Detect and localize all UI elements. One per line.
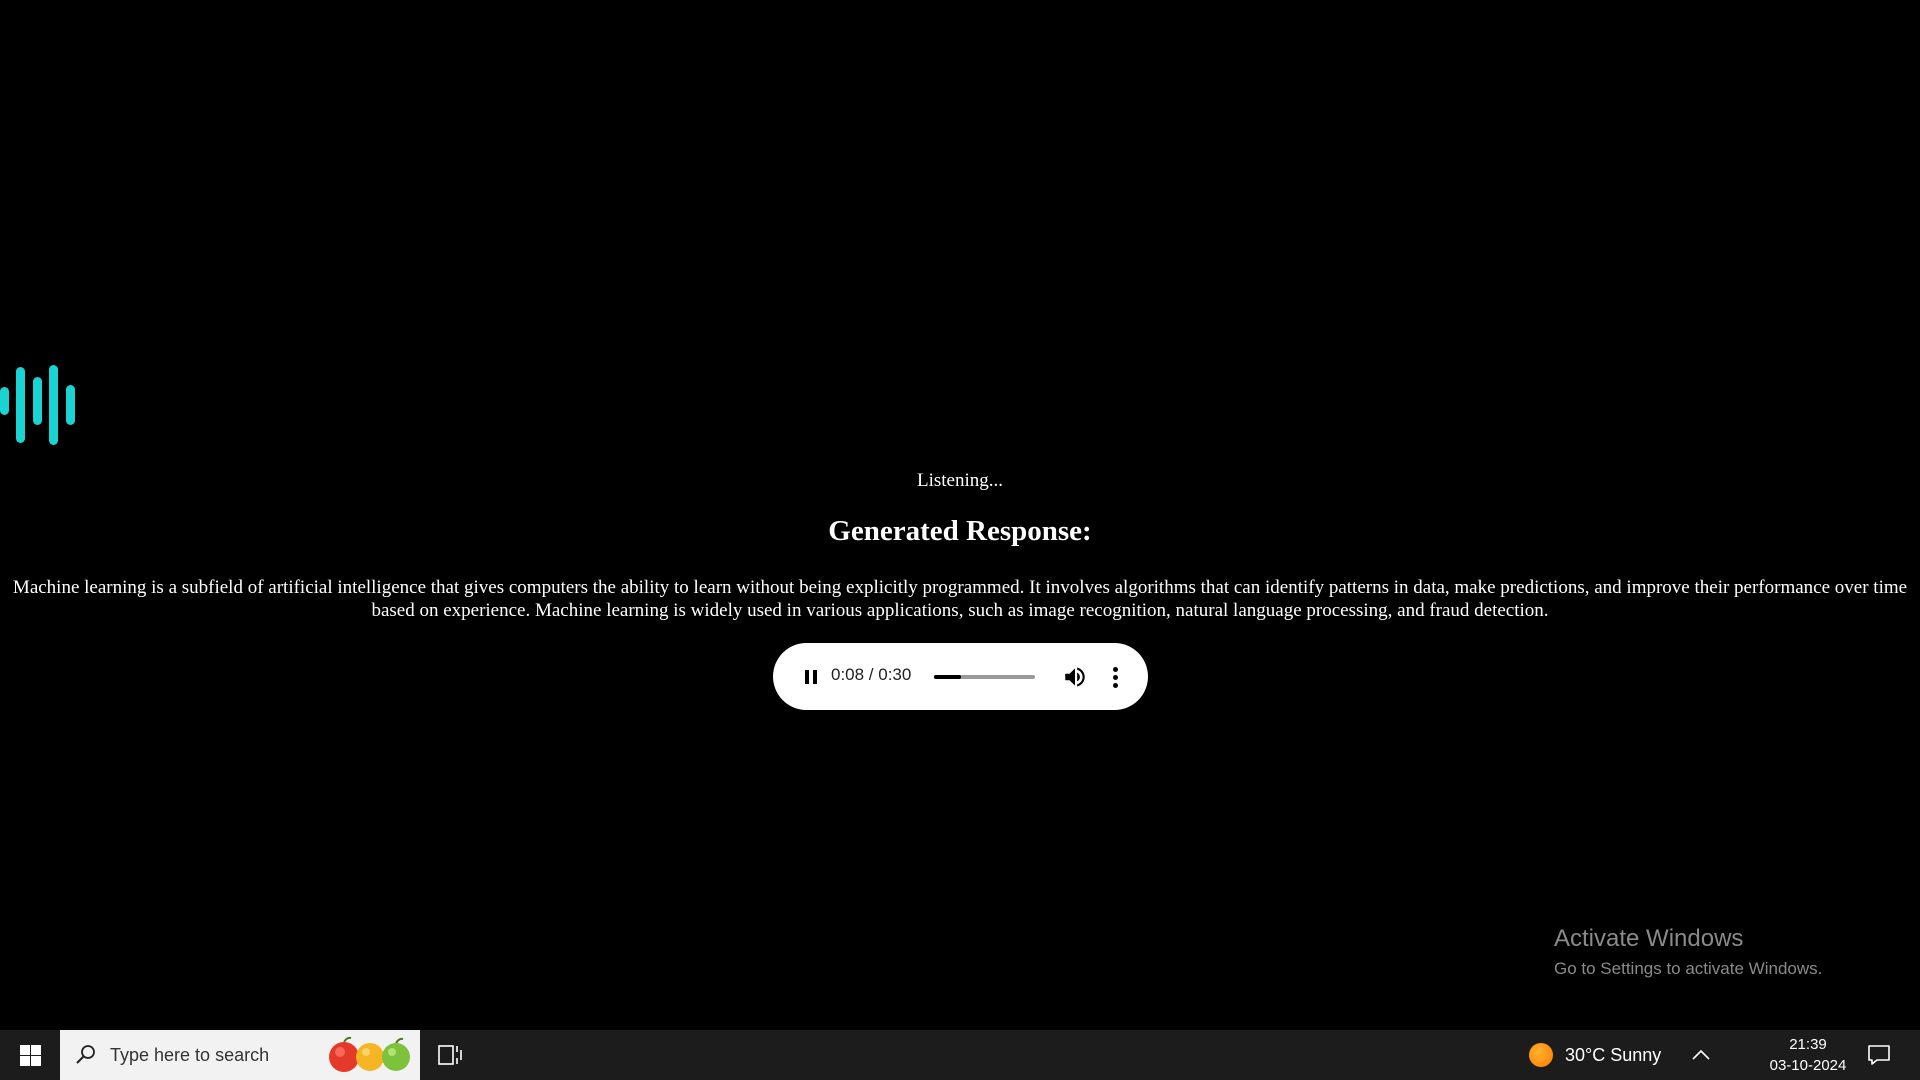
task-view-icon[interactable] xyxy=(436,1042,464,1068)
taskbar-search-box[interactable]: Type here to search xyxy=(60,1030,420,1080)
audio-time-display: 0:08 / 0:30 xyxy=(831,665,912,684)
activate-windows-subtitle: Go to Settings to activate Windows. xyxy=(1554,959,1823,978)
search-placeholder: Type here to search xyxy=(110,1045,270,1065)
audio-seek-bar[interactable] xyxy=(934,675,1035,679)
audio-player[interactable]: 0:08 / 0:30 xyxy=(773,643,1148,710)
notification-icon[interactable] xyxy=(1866,1042,1892,1068)
activate-windows-title: Activate Windows xyxy=(1554,925,1744,952)
activate-windows-watermark: Activate Windows Go to Settings to activ… xyxy=(1554,924,1822,981)
response-heading: Generated Response: xyxy=(828,515,1092,547)
weather-widget[interactable]: 30°C Sunny xyxy=(1525,1030,1695,1080)
sun-weather-icon xyxy=(1529,1043,1553,1067)
fruits-search-highlight-icon xyxy=(329,1036,410,1072)
app-window: Listening... Generated Response: Machine… xyxy=(0,0,1920,1030)
chevron-up-icon[interactable] xyxy=(1690,1044,1712,1066)
voice-waveform-icon xyxy=(0,365,80,445)
clock-time: 21:39 xyxy=(1789,1036,1827,1053)
audio-seek-progress xyxy=(934,675,962,679)
pause-button[interactable] xyxy=(799,665,823,689)
generated-response-text: Machine learning is a subfield of artifi… xyxy=(12,577,1908,621)
taskbar: Type here to search 30°C Sunny 21:39 03-… xyxy=(0,1030,1920,1080)
search-icon xyxy=(76,1045,95,1064)
listening-status: Listening... xyxy=(916,470,1004,491)
more-options-icon[interactable] xyxy=(1103,664,1127,690)
taskbar-clock[interactable]: 21:39 03-10-2024 xyxy=(1758,1034,1858,1076)
volume-icon[interactable] xyxy=(1062,664,1088,690)
weather-text: 30°C Sunny xyxy=(1565,1045,1662,1065)
windows-start-button[interactable] xyxy=(0,1030,60,1080)
clock-date: 03-10-2024 xyxy=(1769,1057,1847,1074)
